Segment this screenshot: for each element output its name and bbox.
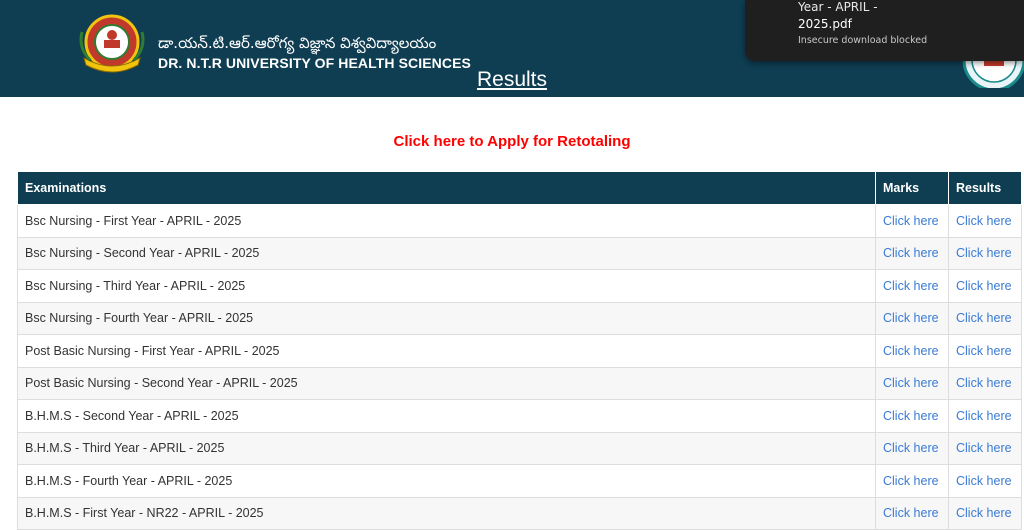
table-row: Bsc Nursing - Second Year - APRIL - 2025… (17, 236, 1022, 270)
results-link[interactable]: Click here (948, 204, 1022, 238)
marks-link[interactable]: Click here (875, 399, 949, 433)
exam-name: Bsc Nursing - Fourth Year - APRIL - 2025 (17, 301, 876, 335)
results-link[interactable]: Click here (948, 431, 1022, 465)
results-link[interactable]: Click here (948, 366, 1022, 400)
table-row: Post Basic Nursing - First Year - APRIL … (17, 334, 1022, 368)
table-row: Bsc Nursing - First Year - APRIL - 2025 … (17, 204, 1022, 238)
exam-name: Bsc Nursing - Third Year - APRIL - 2025 (17, 269, 876, 303)
exam-name: B.H.M.S - Fourth Year - APRIL - 2025 (17, 464, 876, 498)
table-row: B.H.M.S - Fourth Year - APRIL - 2025 Cli… (17, 464, 1022, 498)
page-title: Results (476, 68, 548, 91)
table-header-row: Examinations Marks Results (17, 171, 1022, 205)
download-status: Insecure download blocked (798, 35, 928, 46)
marks-link[interactable]: Click here (875, 464, 949, 498)
exam-name: Post Basic Nursing - First Year - APRIL … (17, 334, 876, 368)
download-filename-line1: Year - APRIL - (798, 0, 878, 14)
column-header-results: Results (948, 171, 1022, 205)
results-link[interactable]: Click here (948, 399, 1022, 433)
university-title-telugu: డా.యన్.టి.ఆర్.ఆరోగ్య విజ్ఞాన విశ్వవిద్యా… (158, 34, 437, 52)
marks-link[interactable]: Click here (875, 204, 949, 238)
results-table: Examinations Marks Results Bsc Nursing -… (17, 171, 1022, 530)
results-link[interactable]: Click here (948, 236, 1022, 270)
table-row: Bsc Nursing - Third Year - APRIL - 2025 … (17, 269, 1022, 303)
exam-name: Post Basic Nursing - Second Year - APRIL… (17, 366, 876, 400)
marks-link[interactable]: Click here (875, 431, 949, 465)
apply-retotaling-link[interactable]: Click here to Apply for Retotaling (0, 133, 1024, 150)
download-filename-line2: 2025.pdf (798, 17, 852, 31)
results-link[interactable]: Click here (948, 301, 1022, 335)
column-header-marks: Marks (875, 171, 949, 205)
column-header-examinations: Examinations (17, 171, 876, 205)
marks-link[interactable]: Click here (875, 366, 949, 400)
exam-name: B.H.M.S - Second Year - APRIL - 2025 (17, 399, 876, 433)
table-row: Bsc Nursing - Fourth Year - APRIL - 2025… (17, 301, 1022, 335)
results-link[interactable]: Click here (948, 334, 1022, 368)
results-link[interactable]: Click here (948, 464, 1022, 498)
results-link[interactable]: Click here (948, 269, 1022, 303)
marks-link[interactable]: Click here (875, 236, 949, 270)
marks-link[interactable]: Click here (875, 301, 949, 335)
download-toast[interactable]: Year - APRIL - 2025.pdf Insecure downloa… (745, 0, 1024, 61)
marks-link[interactable]: Click here (875, 269, 949, 303)
table-row: B.H.M.S - Second Year - APRIL - 2025 Cli… (17, 399, 1022, 433)
marks-link[interactable]: Click here (875, 334, 949, 368)
table-row: Post Basic Nursing - Second Year - APRIL… (17, 366, 1022, 400)
exam-name: Bsc Nursing - First Year - APRIL - 2025 (17, 204, 876, 238)
exam-name: B.H.M.S - Third Year - APRIL - 2025 (17, 431, 876, 465)
table-row: B.H.M.S - Third Year - APRIL - 2025 Clic… (17, 431, 1022, 465)
exam-name: Bsc Nursing - Second Year - APRIL - 2025 (17, 236, 876, 270)
